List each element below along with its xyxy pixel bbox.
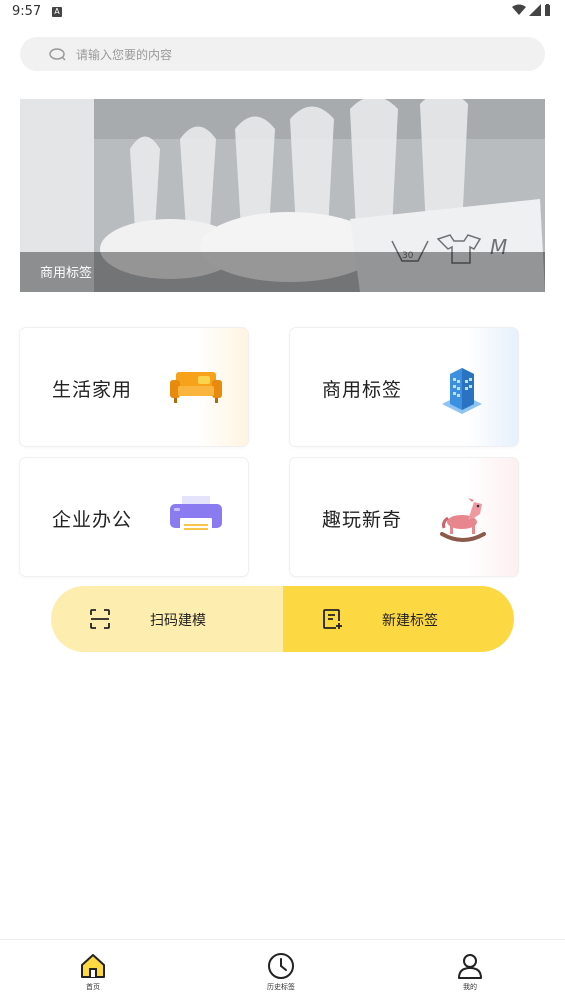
clock-icon [268, 953, 294, 979]
signal-icon [529, 4, 541, 16]
scan-model-label: 扫码建模 [150, 613, 206, 629]
notification-badge: A [52, 7, 62, 17]
nav-label: 历史标签 [267, 983, 295, 991]
status-time: 9:57 [12, 4, 42, 19]
category-card-office[interactable]: 企业办公 [20, 458, 248, 576]
category-card-commercial[interactable]: 商用标签 [290, 328, 518, 446]
new-label-label: 新建标签 [382, 613, 438, 629]
scan-icon [90, 609, 110, 629]
status-icons [512, 4, 551, 16]
nav-item-home[interactable]: 首页 [53, 940, 133, 1005]
building-icon [442, 368, 482, 414]
category-label: 生活家用 [52, 379, 133, 401]
battery-icon [545, 4, 550, 16]
banner[interactable]: 30 M 商用标签 [20, 99, 545, 292]
sofa-icon [170, 372, 222, 403]
search-input[interactable]: 请输入您要的内容 [20, 37, 545, 71]
bottom-nav: 首页 历史标签 我的 [0, 939, 565, 1005]
new-label-button[interactable]: 新建标签 [283, 586, 514, 652]
action-bar: 扫码建模 新建标签 [51, 586, 514, 652]
home-icon [81, 954, 105, 978]
nav-item-history[interactable]: 历史标签 [241, 940, 321, 1005]
category-label: 企业办公 [52, 509, 133, 531]
nav-label: 首页 [86, 983, 100, 991]
search-icon [49, 48, 66, 61]
status-bar: 9:57 A [0, 0, 565, 24]
category-card-fun[interactable]: 趣玩新奇 [290, 458, 518, 576]
scan-model-button[interactable]: 扫码建模 [51, 586, 283, 652]
search-placeholder: 请输入您要的内容 [76, 48, 173, 62]
banner-caption-background [20, 252, 545, 292]
category-card-home[interactable]: 生活家用 [20, 328, 248, 446]
banner-caption: 商用标签 [40, 266, 93, 281]
rocking-horse-icon [440, 498, 486, 542]
wifi-icon [512, 4, 526, 15]
category-label: 商用标签 [322, 379, 403, 401]
nav-item-profile[interactable]: 我的 [430, 940, 510, 1005]
user-icon [458, 954, 482, 979]
category-label: 趣玩新奇 [322, 509, 403, 531]
printer-icon [170, 496, 222, 534]
new-document-icon [323, 609, 342, 629]
nav-label: 我的 [463, 983, 477, 991]
